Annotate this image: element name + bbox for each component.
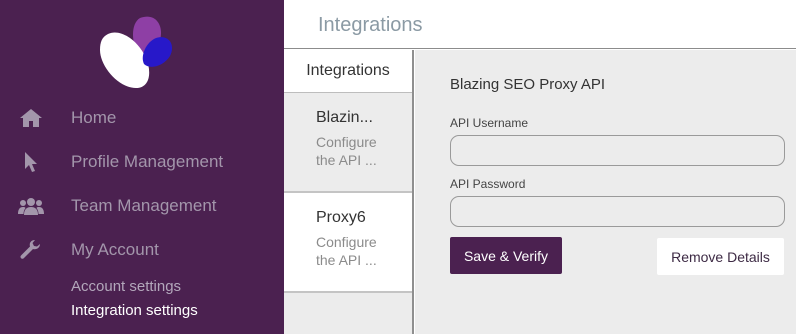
nav-item-home[interactable]: Home (0, 100, 284, 136)
api-username-label: API Username (450, 116, 529, 130)
nav-label-profile-management: Profile Management (71, 152, 224, 171)
page-header: Integrations (284, 0, 796, 49)
list-item-description: Configure the API ... (316, 134, 377, 168)
page-title: Integrations (318, 14, 423, 36)
list-item-title: Proxy6 (316, 209, 366, 226)
list-item-proxy6[interactable]: Proxy6 Configure the API ... (284, 193, 412, 293)
nav-label-team-management: Team Management (71, 196, 217, 215)
nav-item-team-management[interactable]: Team Management (0, 188, 284, 224)
remove-details-button[interactable]: Remove Details (657, 238, 784, 275)
nav-item-my-account[interactable]: My Account (0, 232, 284, 268)
nav-label-my-account: My Account (71, 240, 159, 259)
integrations-list: Integrations Blazin... Configure the API… (284, 50, 414, 334)
list-item-description: Configure the API ... (316, 234, 377, 268)
sidebar: Home Profile Management Team Management … (0, 0, 284, 334)
users-icon (18, 195, 44, 217)
save-verify-button[interactable]: Save & Verify (450, 237, 562, 274)
api-username-input[interactable] (450, 135, 785, 166)
api-password-label: API Password (450, 177, 526, 191)
nav-label-home: Home (71, 108, 117, 127)
list-item-title: Blazin... (316, 109, 373, 126)
integrations-list-heading: Integrations (284, 50, 412, 93)
pointer-icon (18, 151, 44, 173)
integration-detail-panel: Blazing SEO Proxy API API Username API P… (415, 50, 796, 334)
wrench-icon (18, 239, 44, 261)
sub-item-integration-settings[interactable]: Integration settings (71, 302, 198, 319)
nav-item-profile-management[interactable]: Profile Management (0, 144, 284, 180)
api-password-input[interactable] (450, 196, 785, 227)
sub-item-account-settings[interactable]: Account settings (71, 278, 181, 295)
list-item-blazing-seo[interactable]: Blazin... Configure the API ... (284, 93, 412, 193)
integration-title: Blazing SEO Proxy API (450, 76, 606, 93)
home-icon (18, 107, 44, 129)
app-logo (100, 16, 173, 88)
